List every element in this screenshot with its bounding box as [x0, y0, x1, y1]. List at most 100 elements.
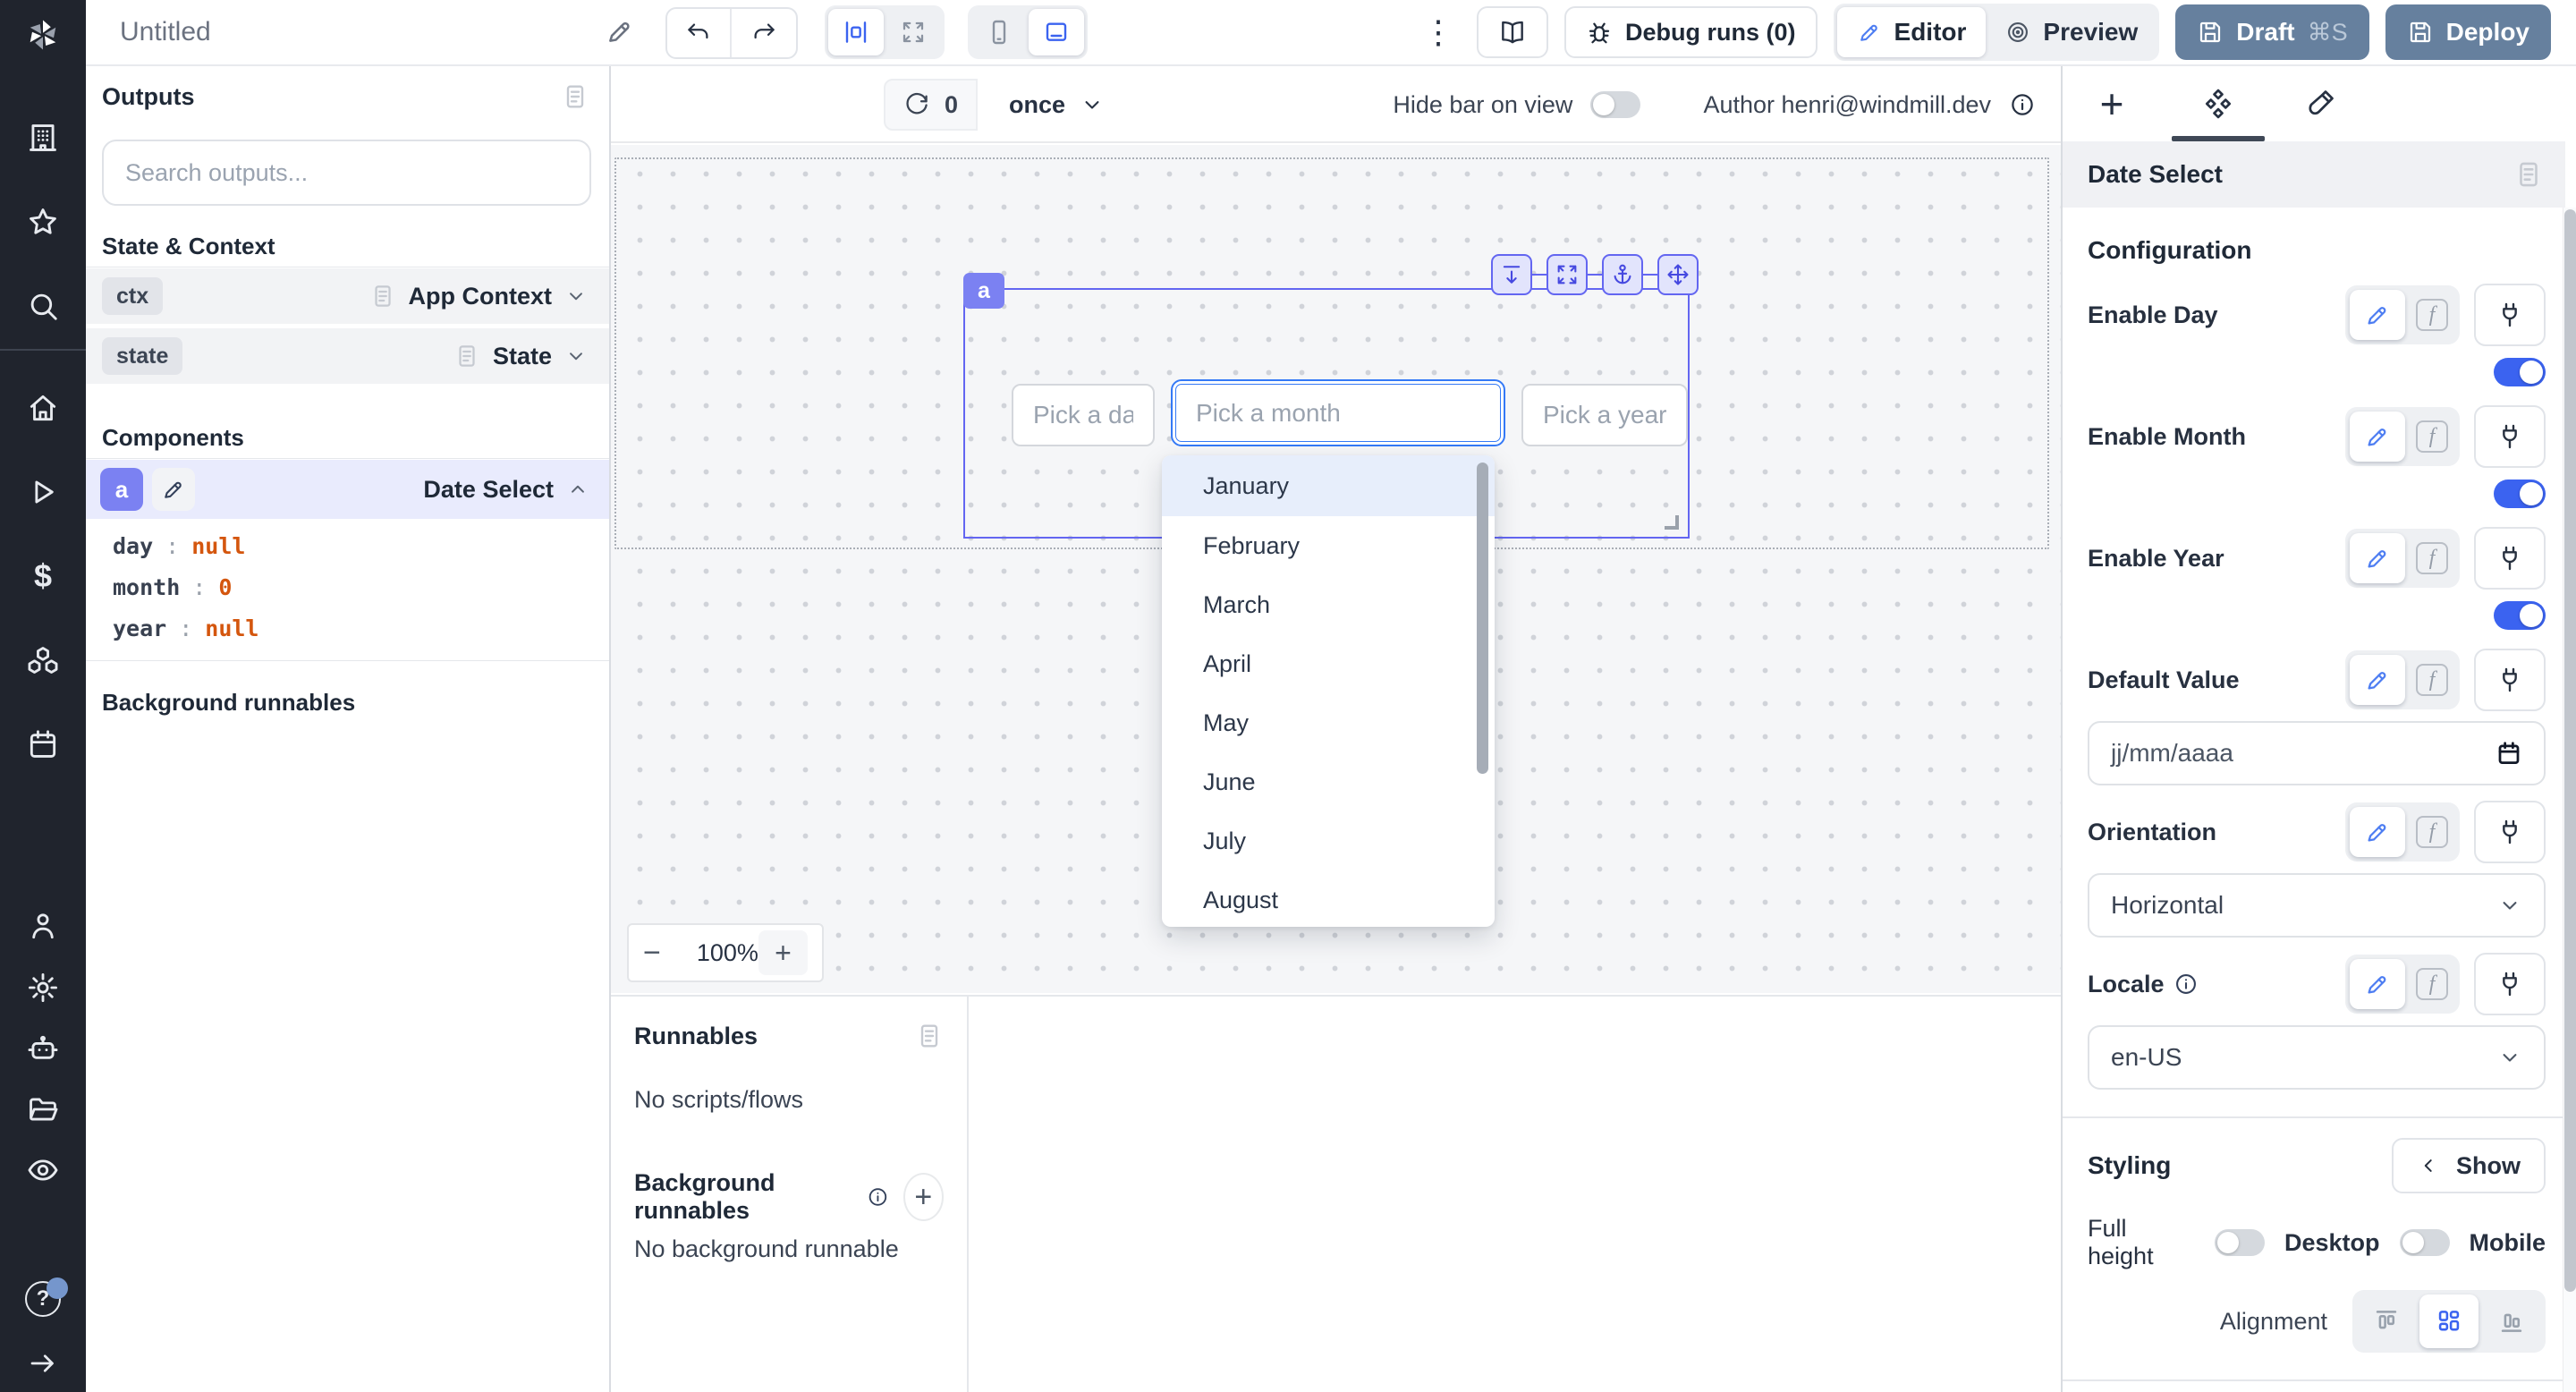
function-mode-icon[interactable]: f [2409, 655, 2455, 705]
search-outputs-input[interactable] [102, 140, 591, 206]
anchor-icon[interactable] [1602, 254, 1643, 295]
windmill-logo-icon[interactable] [0, 13, 86, 57]
static-pencil-icon[interactable] [2350, 959, 2405, 1009]
tab-component-settings[interactable] [2178, 66, 2258, 141]
runs-play-icon[interactable] [0, 463, 86, 521]
static-pencil-icon[interactable] [2350, 290, 2405, 340]
month-option-april[interactable]: April [1162, 634, 1495, 693]
scrollbar-thumb[interactable] [2564, 209, 2576, 1292]
runnables-doc-icon[interactable] [915, 1022, 944, 1050]
watch-eye-icon[interactable] [0, 1142, 86, 1199]
editor-tab[interactable]: Editor [1837, 7, 1987, 57]
home-icon[interactable] [0, 379, 86, 437]
deploy-button[interactable]: Deploy [2385, 4, 2551, 60]
expand-rail-arrow-icon[interactable] [0, 1335, 86, 1392]
ai-robot-icon[interactable] [0, 1020, 86, 1077]
doc-icon[interactable] [369, 283, 396, 310]
chevron-down-icon[interactable] [564, 284, 588, 308]
undo-button[interactable] [667, 9, 732, 57]
mobile-view-button[interactable] [971, 9, 1027, 55]
centered-layout-button[interactable] [828, 9, 884, 55]
month-option-february[interactable]: February [1162, 516, 1495, 575]
search-icon[interactable] [0, 277, 86, 335]
month-option-march[interactable]: March [1162, 575, 1495, 634]
static-pencil-icon[interactable] [2350, 533, 2405, 583]
rename-pencil-icon[interactable] [152, 468, 195, 511]
kebab-menu-icon[interactable]: ⋮ [1422, 13, 1455, 51]
calendar-icon[interactable] [2496, 740, 2522, 767]
help-question-icon[interactable]: ? [0, 1270, 86, 1328]
month-option-july[interactable]: July [1162, 811, 1495, 870]
edit-title-pencil-icon[interactable] [605, 16, 635, 47]
user-icon[interactable] [0, 897, 86, 955]
chevron-down-icon[interactable] [564, 344, 588, 368]
static-pencil-icon[interactable] [2350, 412, 2405, 462]
connect-plug-icon[interactable] [2474, 527, 2546, 590]
static-pencil-icon[interactable] [2350, 807, 2405, 857]
move-icon[interactable] [1657, 254, 1699, 295]
show-styling-button[interactable]: Show [2392, 1138, 2546, 1193]
function-mode-icon[interactable]: f [2409, 959, 2455, 1009]
info-icon[interactable] [2009, 91, 2036, 118]
locale-select[interactable]: en-US [2088, 1025, 2546, 1090]
folders-icon[interactable] [0, 1081, 86, 1138]
add-background-runnable-button[interactable]: + [903, 1173, 944, 1221]
month-option-january[interactable]: January [1162, 455, 1495, 516]
connect-plug-icon[interactable] [2474, 405, 2546, 468]
enable-month-toggle[interactable] [2494, 480, 2546, 508]
fullscreen-layout-button[interactable] [886, 9, 941, 55]
frequency-dropdown[interactable]: once [993, 79, 1121, 131]
preview-tab[interactable]: Preview [1987, 7, 2156, 57]
day-input[interactable] [1012, 384, 1155, 446]
align-bottom-icon[interactable] [2482, 1294, 2541, 1348]
info-icon[interactable] [867, 1184, 889, 1210]
workspace-icon[interactable] [0, 109, 86, 166]
month-option-august[interactable]: August [1162, 870, 1495, 927]
settings-scrollbar[interactable] [2563, 208, 2576, 1392]
desktop-view-button[interactable] [1029, 9, 1084, 55]
full-height-toggle[interactable] [2215, 1229, 2265, 1256]
context-row-ctx[interactable]: ctx App Context [86, 268, 609, 324]
favorites-star-icon[interactable] [0, 193, 86, 250]
connect-plug-icon[interactable] [2474, 953, 2546, 1015]
outputs-doc-icon[interactable] [561, 82, 589, 111]
schedules-calendar-icon[interactable] [0, 716, 86, 773]
dropdown-scrollbar[interactable] [1477, 463, 1488, 774]
info-icon[interactable] [2174, 972, 2199, 997]
orientation-select[interactable]: Horizontal [2088, 873, 2546, 938]
static-pencil-icon[interactable] [2350, 655, 2405, 705]
app-canvas[interactable]: a January F [611, 145, 2061, 993]
function-mode-icon[interactable]: f [2409, 290, 2455, 340]
month-option-june[interactable]: June [1162, 752, 1495, 811]
context-row-state[interactable]: state State [86, 328, 609, 384]
align-top-icon[interactable] [2357, 1294, 2416, 1348]
component-row-date-select[interactable]: a Date Select [86, 460, 609, 519]
fill-height-icon[interactable] [1491, 254, 1532, 295]
settings-gear-icon[interactable] [0, 959, 86, 1016]
resize-handle[interactable] [1665, 515, 1679, 530]
default-value-date-input[interactable]: jj/mm/aaaa [2088, 721, 2546, 785]
variables-dollar-icon[interactable]: $ [0, 547, 86, 605]
expand-icon[interactable] [1546, 254, 1588, 295]
desktop-toggle[interactable] [2400, 1229, 2450, 1256]
component-tag-badge[interactable]: a [963, 273, 1004, 309]
refresh-count-button[interactable]: 0 [884, 79, 978, 131]
doc-icon[interactable] [453, 343, 480, 369]
align-center-icon[interactable] [2419, 1294, 2479, 1348]
connect-plug-icon[interactable] [2474, 801, 2546, 863]
connect-plug-icon[interactable] [2474, 649, 2546, 711]
chevron-up-icon[interactable] [566, 478, 589, 501]
function-mode-icon[interactable]: f [2409, 807, 2455, 857]
connect-plug-icon[interactable] [2474, 284, 2546, 346]
function-mode-icon[interactable]: f [2409, 533, 2455, 583]
component-doc-icon[interactable] [2513, 159, 2544, 190]
year-input[interactable] [1521, 384, 1688, 446]
zoom-in-button[interactable]: + [758, 930, 808, 975]
hide-bar-toggle[interactable] [1590, 91, 1640, 118]
month-option-may[interactable]: May [1162, 693, 1495, 752]
redo-button[interactable] [732, 9, 796, 57]
tab-styling-brush[interactable] [2280, 66, 2360, 141]
month-input[interactable] [1175, 384, 1501, 442]
debug-runs-button[interactable]: Debug runs (0) [1564, 6, 1818, 58]
docs-book-button[interactable] [1477, 6, 1548, 58]
